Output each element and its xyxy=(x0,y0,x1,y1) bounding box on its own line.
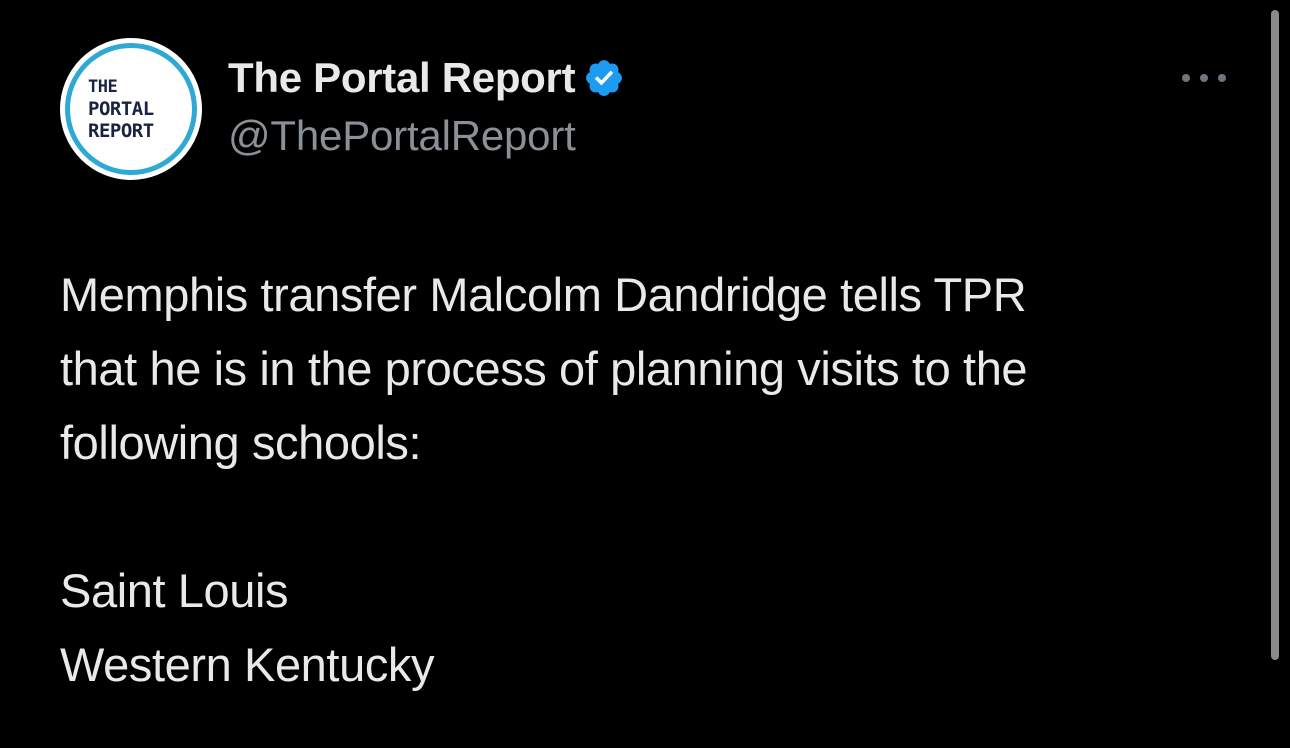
tweet-text-line: Memphis transfer Malcolm Dandridge tells… xyxy=(60,268,1027,321)
avatar[interactable]: THE PORTAL REPORT xyxy=(60,38,202,180)
scrollbar[interactable] xyxy=(1271,10,1279,660)
school-item: Western Kentucky xyxy=(60,638,435,691)
logo-line-portal: PORTAL xyxy=(88,98,154,120)
logo-line-the: THE xyxy=(88,77,118,97)
more-options-icon xyxy=(1182,74,1190,82)
author-display-name[interactable]: The Portal Report xyxy=(228,54,576,102)
logo-line-report: REPORT xyxy=(88,120,154,142)
avatar-ring: THE PORTAL REPORT xyxy=(65,43,197,175)
tweet-text-line: that he is in the process of planning vi… xyxy=(60,342,1028,395)
tweet-text: Memphis transfer Malcolm Dandridge tells… xyxy=(60,258,1240,702)
school-item: Saint Louis xyxy=(60,564,289,617)
author-handle[interactable]: @ThePortalReport xyxy=(228,112,576,160)
more-options-icon xyxy=(1218,74,1226,82)
avatar-logo: THE PORTAL REPORT xyxy=(70,48,192,170)
author-name-row: The Portal Report xyxy=(228,52,625,104)
more-options-icon xyxy=(1200,74,1208,82)
more-options-button[interactable] xyxy=(1180,64,1228,92)
tweet-card: THE PORTAL REPORT The Portal Report @The… xyxy=(0,0,1290,748)
verified-badge-icon[interactable] xyxy=(583,57,625,99)
tweet-text-line: following schools: xyxy=(60,416,422,469)
